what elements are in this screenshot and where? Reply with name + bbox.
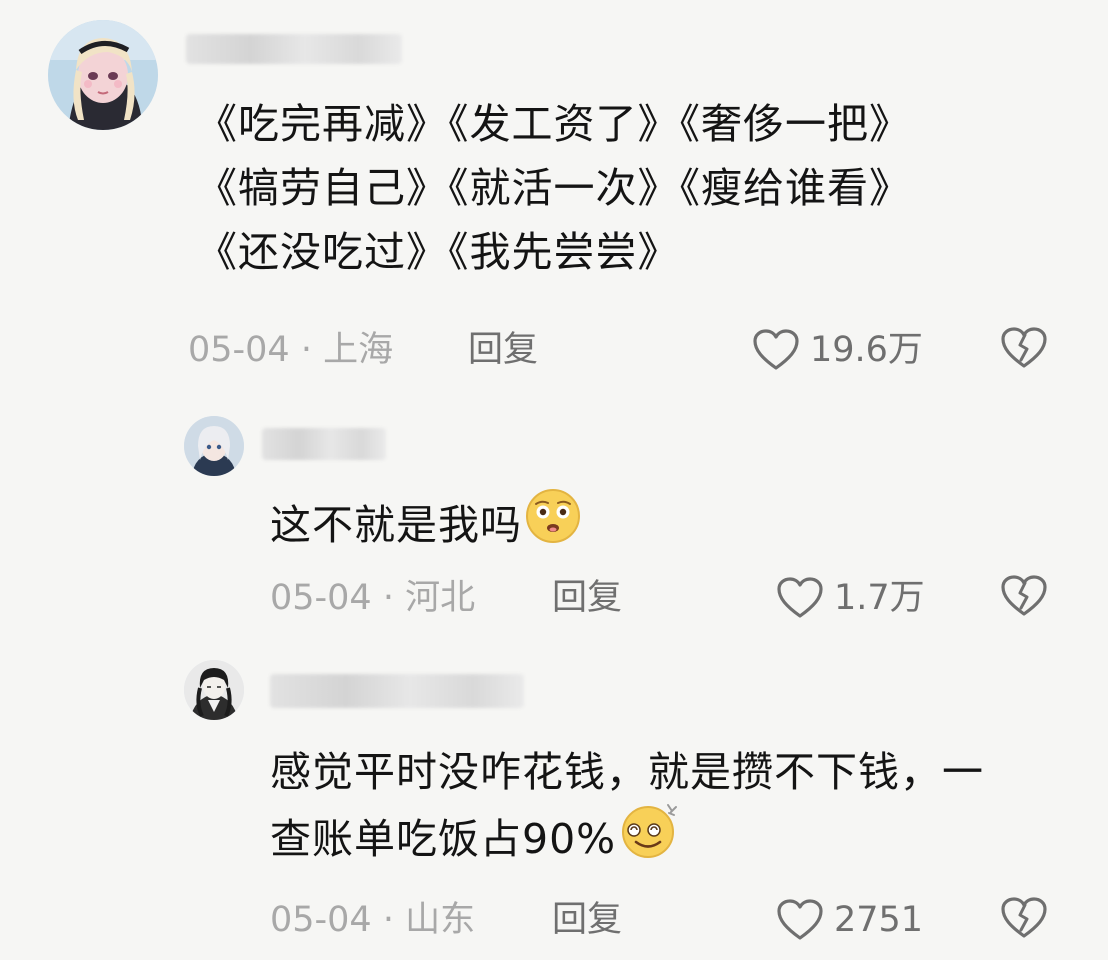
avatar[interactable]: [184, 416, 244, 476]
comment-date-location: 05-04 · 河北: [270, 578, 476, 618]
username-redacted[interactable]: [262, 428, 386, 460]
pleading-face-emoji: [524, 487, 582, 563]
comment-date-location: 05-04 · 山东: [270, 900, 476, 940]
broken-heart-icon: [1000, 326, 1048, 370]
comment-line: 这不就是我吗: [270, 487, 582, 566]
avatar[interactable]: [184, 660, 244, 720]
comment-text: 《吃完再减》《发工资了》《奢侈一把》 《犒劳自己》《就活一次》《瘦给谁看》 《还…: [196, 92, 911, 284]
comment-line: 感觉平时没咋花钱，就是攒不下钱，一: [270, 748, 984, 796]
username-redacted[interactable]: [186, 34, 402, 64]
broken-heart-icon: [1000, 896, 1048, 940]
comment-line: 查账单吃饭占90%: [270, 804, 984, 880]
comment-line: 《犒劳自己》《就活一次》《瘦给谁看》: [196, 164, 911, 212]
broken-heart-icon: [1000, 574, 1048, 618]
comment-text: 感觉平时没咋花钱，就是攒不下钱，一 查账单吃饭占90%: [270, 740, 984, 880]
comment-text: 这不就是我吗: [270, 487, 582, 566]
reply-button[interactable]: 回复: [552, 900, 622, 940]
comment-line-text: 查账单吃饭占90%: [270, 815, 617, 863]
avatar[interactable]: [48, 20, 158, 130]
comment-line: 《吃完再减》《发工资了》《奢侈一把》: [196, 100, 911, 148]
like-button[interactable]: 2751: [776, 898, 923, 942]
dislike-button[interactable]: [1000, 574, 1048, 618]
reply-button[interactable]: 回复: [468, 330, 538, 370]
username-redacted[interactable]: [270, 674, 524, 708]
dislike-button[interactable]: [1000, 326, 1048, 370]
like-count: 1.7万: [834, 578, 925, 618]
heart-outline-icon: [776, 898, 824, 942]
comment-date-location: 05-04 · 上海: [188, 330, 394, 370]
heart-outline-icon: [752, 328, 800, 372]
heart-outline-icon: [776, 576, 824, 620]
like-count: 2751: [834, 900, 924, 940]
dizzy-smile-emoji: [618, 801, 680, 877]
dislike-button[interactable]: [1000, 896, 1048, 940]
like-button[interactable]: 19.6万: [752, 328, 923, 372]
comment-line-text: 这不就是我吗: [270, 501, 522, 549]
like-count: 19.6万: [810, 330, 923, 370]
reply-button[interactable]: 回复: [552, 578, 622, 618]
like-button[interactable]: 1.7万: [776, 576, 925, 620]
comment-line: 《还没吃过》《我先尝尝》: [196, 228, 680, 276]
